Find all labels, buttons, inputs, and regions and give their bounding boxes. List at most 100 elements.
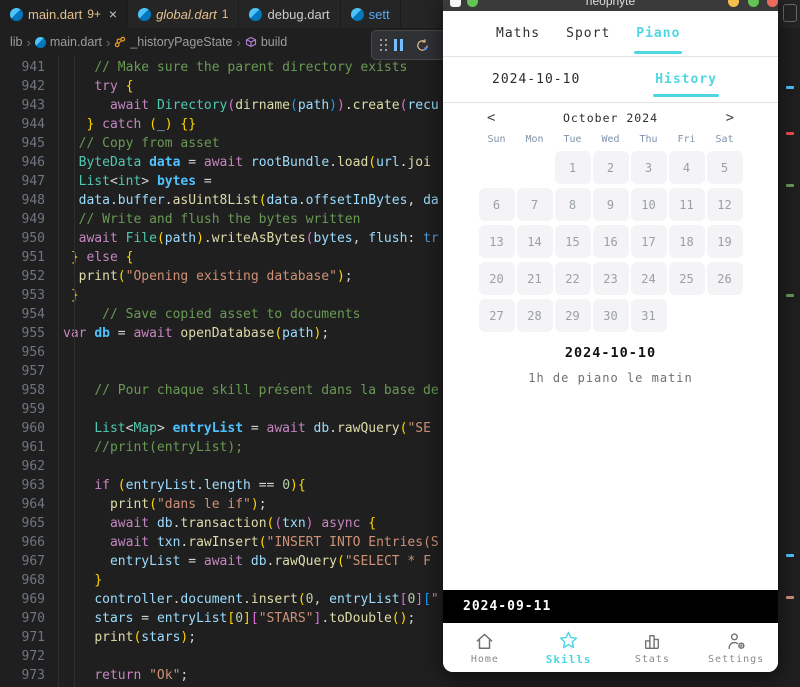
nav-item-settings[interactable]: Settings [694, 623, 778, 672]
grip-icon[interactable] [380, 39, 382, 41]
selected-date-label: 2024-10-10 [564, 345, 657, 361]
nav-item-skills[interactable]: Skills [527, 623, 611, 672]
indent-guide [74, 56, 75, 687]
line-number: 948 [21, 193, 45, 208]
breadcrumb-item-lib[interactable]: lib [10, 35, 23, 49]
calendar-day-29[interactable]: 29 [554, 299, 591, 332]
line-number: 947 [21, 174, 45, 189]
calendar-day-21[interactable]: 21 [516, 262, 553, 295]
calendar-day-3[interactable]: 3 [630, 151, 667, 184]
calendar-day-12[interactable]: 12 [706, 188, 743, 221]
calendar-prev-button[interactable]: < [487, 110, 495, 126]
code-text: // Make sure the parent directory exists [94, 60, 408, 75]
calendar-day-24[interactable]: 24 [630, 262, 667, 295]
calendar-day-26[interactable]: 26 [706, 262, 743, 295]
editor-tab-debugdart[interactable]: debug.dart [239, 0, 341, 28]
line-number: 960 [21, 421, 45, 436]
calendar-day-6[interactable]: 6 [478, 188, 515, 221]
emulator-titlebar[interactable]: neophyte [443, 0, 778, 11]
calendar-day-20[interactable]: 20 [478, 262, 515, 295]
code-text: await File(path).writeAsBytes(bytes, flu… [78, 231, 439, 246]
indent-guide [58, 56, 59, 687]
breadcrumb-item-build[interactable]: build [245, 35, 287, 49]
date-history-row: 2024-10-10 History [443, 57, 778, 103]
calendar-day-30[interactable]: 30 [592, 299, 629, 332]
nav-item-home[interactable]: Home [443, 623, 527, 672]
pause-button[interactable] [394, 39, 403, 51]
code-text: List<int> bytes = [78, 174, 212, 189]
breadcrumb-item-maindart[interactable]: main.dart [34, 35, 102, 49]
tab-current-date[interactable]: 2024-10-10 [492, 72, 580, 87]
calendar-next-button[interactable]: > [726, 110, 734, 126]
nav-item-stats[interactable]: Stats [611, 623, 695, 672]
hot-restart-button[interactable] [415, 38, 430, 53]
calendar-day-9[interactable]: 9 [592, 188, 629, 221]
line-number: 966 [21, 535, 45, 550]
line-number: 957 [21, 364, 45, 379]
editor-overflow-widget[interactable] [783, 4, 797, 22]
calendar-day-4[interactable]: 4 [668, 151, 705, 184]
code-text: await txn.rawInsert("INSERT INTO Entries… [109, 535, 439, 550]
tab-label: global.dart [156, 6, 217, 22]
line-number: 941 [21, 60, 45, 75]
calendar-day-19[interactable]: 19 [706, 225, 743, 258]
line-number: 961 [21, 440, 45, 455]
calendar-day-1[interactable]: 1 [554, 151, 591, 184]
calendar-day-23[interactable]: 23 [592, 262, 629, 295]
line-number: 953 [21, 288, 45, 303]
calendar-day-17[interactable]: 17 [630, 225, 667, 258]
dart-icon [249, 7, 263, 21]
line-number: 970 [21, 611, 45, 626]
code-text: print("dans le if"); [109, 497, 267, 512]
calendar-day-22[interactable]: 22 [554, 262, 591, 295]
calendar-day-31[interactable]: 31 [630, 299, 667, 332]
entry-text: 1h de piano le matin [528, 371, 693, 385]
editor-tab-globaldart[interactable]: global.dart 1 [128, 0, 240, 28]
calendar-day-15[interactable]: 15 [554, 225, 591, 258]
method-icon [245, 36, 257, 48]
minimap[interactable] [778, 56, 800, 687]
editor-tab-sett[interactable]: sett [340, 0, 401, 28]
calendar-day-2[interactable]: 2 [592, 151, 629, 184]
line-number: 955 [21, 326, 45, 341]
skill-tab-piano[interactable]: Piano [634, 20, 683, 54]
skill-tab-maths[interactable]: Maths [496, 20, 540, 47]
skill-tab-sport[interactable]: Sport [566, 20, 610, 47]
code-text: entryList = await db.rawQuery("SELECT * … [109, 554, 431, 569]
calendar-day-11[interactable]: 11 [668, 188, 705, 221]
breadcrumb: lib › main.dart › _historyPageState › build [0, 35, 287, 50]
calendar-day-5[interactable]: 5 [706, 151, 743, 184]
calendar-day-18[interactable]: 18 [668, 225, 705, 258]
calendar-day-10[interactable]: 10 [630, 188, 667, 221]
close-icon[interactable]: × [109, 6, 117, 22]
footer-date-bar[interactable]: 2024-09-11 [443, 590, 778, 623]
calendar-day-28[interactable]: 28 [516, 299, 553, 332]
line-number: 969 [21, 592, 45, 607]
line-number: 952 [21, 269, 45, 284]
weekday-label: Mon [525, 134, 544, 145]
code-text: ByteData data = await rootBundle.load(ur… [78, 155, 431, 170]
calendar-day-25[interactable]: 25 [668, 262, 705, 295]
calendar-day-14[interactable]: 14 [516, 225, 553, 258]
breadcrumb-label: build [260, 35, 288, 49]
line-number: 946 [21, 155, 45, 170]
editor-tab-maindart[interactable]: main.dart 9+ × [0, 0, 129, 28]
calendar-empty-cell [479, 151, 515, 184]
weekday-label: Tue [563, 134, 582, 145]
calendar-day-16[interactable]: 16 [592, 225, 629, 258]
line-number: 956 [21, 345, 45, 360]
line-number: 954 [21, 307, 45, 322]
calendar-day-27[interactable]: 27 [478, 299, 515, 332]
calendar-day-13[interactable]: 13 [478, 225, 515, 258]
debug-toolbar [371, 30, 447, 60]
calendar-day-7[interactable]: 7 [516, 188, 553, 221]
nav-label: Stats [634, 653, 670, 665]
nav-label: Skills [545, 652, 592, 666]
tab-history[interactable]: History [653, 66, 719, 97]
minimap-mark [786, 596, 794, 599]
breadcrumb-item-_historyPageState[interactable]: _historyPageState [114, 35, 232, 49]
calendar-day-8[interactable]: 8 [554, 188, 591, 221]
